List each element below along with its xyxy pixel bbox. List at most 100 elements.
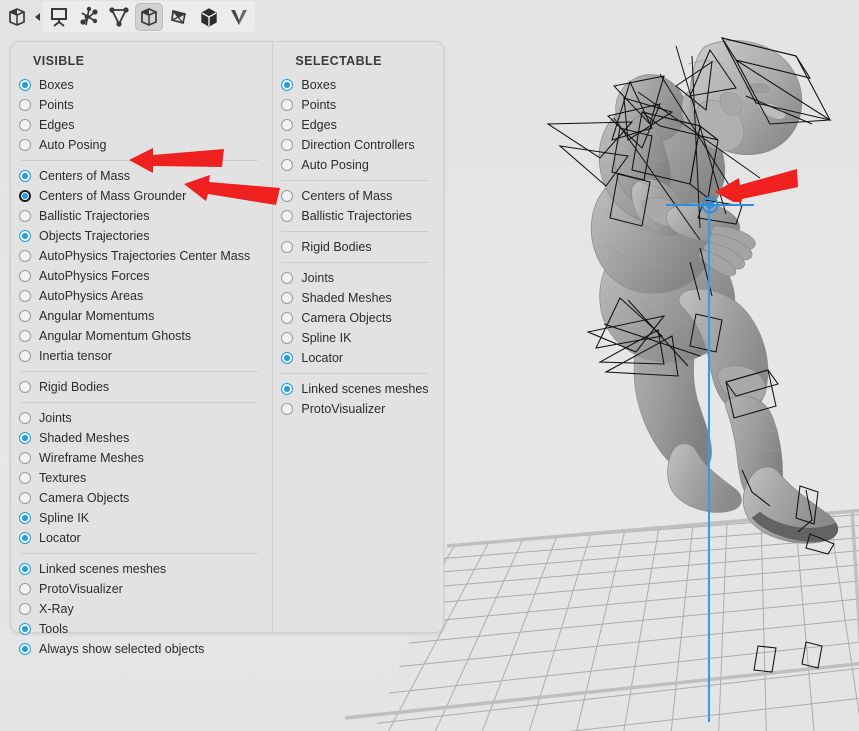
solid-cube-icon[interactable]	[195, 3, 223, 31]
radio-icon[interactable]	[281, 312, 294, 324]
selectable-option-camera-objects[interactable]: Camera Objects	[273, 308, 443, 328]
visible-option-autophysics-areas[interactable]: AutoPhysics Areas	[11, 286, 272, 306]
radio-icon[interactable]	[281, 119, 294, 131]
visible-option-spline-ik[interactable]: Spline IK	[11, 508, 272, 528]
easel-icon[interactable]	[45, 3, 73, 31]
visible-option-shaded-meshes[interactable]: Shaded Meshes	[11, 428, 272, 448]
box-display-icon[interactable]	[3, 3, 31, 31]
visible-option-locator[interactable]: Locator	[11, 528, 272, 548]
radio-icon[interactable]	[281, 332, 294, 344]
shaded-box-icon[interactable]	[135, 2, 163, 31]
option-label: Locator	[39, 531, 81, 545]
viewport-toolbar[interactable]	[0, 0, 255, 33]
option-label: Camera Objects	[39, 491, 130, 505]
selectable-option-boxes[interactable]: Boxes	[273, 75, 443, 95]
radio-icon[interactable]	[19, 412, 31, 424]
radio-icon[interactable]	[19, 583, 31, 595]
radio-icon[interactable]	[19, 452, 31, 464]
visible-option-inertia-tensor[interactable]: Inertia tensor	[11, 346, 272, 366]
visible-option-wireframe-meshes[interactable]: Wireframe Meshes	[11, 448, 272, 468]
radio-icon[interactable]	[19, 190, 31, 202]
radio-icon[interactable]	[281, 292, 294, 304]
radio-icon[interactable]	[281, 272, 294, 284]
radio-icon[interactable]	[281, 241, 294, 253]
selectable-option-ballistic-trajectories[interactable]: Ballistic Trajectories	[273, 206, 443, 226]
visible-option-angular-momentum-ghosts[interactable]: Angular Momentum Ghosts	[11, 326, 272, 346]
visible-option-textures[interactable]: Textures	[11, 468, 272, 488]
visible-option-tools[interactable]: Tools	[11, 619, 272, 639]
visible-option-rigid-bodies[interactable]: Rigid Bodies	[11, 377, 272, 397]
radio-icon[interactable]	[19, 603, 31, 615]
selectable-option-rigid-bodies[interactable]: Rigid Bodies	[273, 237, 443, 257]
selectable-option-joints[interactable]: Joints	[273, 268, 443, 288]
radio-icon[interactable]	[19, 512, 31, 524]
radio-icon[interactable]	[19, 119, 31, 131]
joints-graph-icon[interactable]	[75, 3, 103, 31]
radio-icon[interactable]	[19, 210, 31, 222]
selectable-option-linked-scenes-meshes[interactable]: Linked scenes meshes	[273, 379, 443, 399]
radio-icon[interactable]	[19, 310, 31, 322]
radio-icon[interactable]	[19, 623, 31, 635]
visible-option-edges[interactable]: Edges	[11, 115, 272, 135]
radio-icon[interactable]	[19, 472, 31, 484]
selectable-option-shaded-meshes[interactable]: Shaded Meshes	[273, 288, 443, 308]
radio-icon[interactable]	[19, 250, 31, 262]
triangle-edges-icon[interactable]	[105, 3, 133, 31]
visible-option-boxes[interactable]: Boxes	[11, 75, 272, 95]
option-label: Linked scenes meshes	[39, 562, 167, 576]
visible-option-centers-of-mass-grounder[interactable]: Centers of Mass Grounder	[11, 186, 272, 206]
radio-icon[interactable]	[19, 79, 31, 91]
radio-icon[interactable]	[19, 170, 31, 182]
selectable-option-edges[interactable]: Edges	[273, 115, 443, 135]
visible-option-points[interactable]: Points	[11, 95, 272, 115]
selectable-option-centers-of-mass[interactable]: Centers of Mass	[273, 186, 443, 206]
radio-icon[interactable]	[281, 159, 294, 171]
radio-icon[interactable]	[281, 190, 294, 202]
radio-icon[interactable]	[281, 139, 294, 151]
option-label: X-Ray	[39, 602, 74, 616]
radio-icon[interactable]	[19, 532, 31, 544]
visible-option-joints[interactable]: Joints	[11, 408, 272, 428]
radio-icon[interactable]	[19, 350, 31, 362]
radio-icon[interactable]	[19, 139, 31, 151]
selectable-option-auto-posing[interactable]: Auto Posing	[273, 155, 443, 175]
option-label: Auto Posing	[39, 138, 107, 152]
visible-option-angular-momentums[interactable]: Angular Momentums	[11, 306, 272, 326]
radio-icon[interactable]	[19, 432, 31, 444]
wireframe-mesh-icon[interactable]	[165, 3, 193, 31]
radio-icon[interactable]	[19, 290, 31, 302]
radio-icon[interactable]	[19, 563, 31, 575]
radio-icon[interactable]	[281, 383, 294, 395]
selectable-option-direction-controllers[interactable]: Direction Controllers	[273, 135, 443, 155]
radio-icon[interactable]	[19, 330, 31, 342]
toolbar-collapse-arrow-icon[interactable]	[32, 3, 43, 31]
visible-option-x-ray[interactable]: X-Ray	[11, 599, 272, 619]
radio-icon[interactable]	[19, 643, 31, 655]
visible-option-linked-scenes-meshes[interactable]: Linked scenes meshes	[11, 559, 272, 579]
visible-option-always-show-selected-objects[interactable]: Always show selected objects	[11, 639, 272, 659]
radio-icon[interactable]	[281, 403, 294, 415]
radio-icon[interactable]	[19, 230, 31, 242]
option-label: Centers of Mass Grounder	[39, 189, 187, 203]
v-marker-icon[interactable]	[225, 3, 253, 31]
selectable-option-points[interactable]: Points	[273, 95, 443, 115]
radio-icon[interactable]	[19, 381, 31, 393]
radio-icon[interactable]	[281, 352, 294, 364]
radio-icon[interactable]	[281, 79, 294, 91]
visible-option-camera-objects[interactable]: Camera Objects	[11, 488, 272, 508]
radio-icon[interactable]	[281, 210, 294, 222]
visible-option-autophysics-trajectories-center-mass[interactable]: AutoPhysics Trajectories Center Mass	[11, 246, 272, 266]
visible-option-protovisualizer[interactable]: ProtoVisualizer	[11, 579, 272, 599]
visible-option-ballistic-trajectories[interactable]: Ballistic Trajectories	[11, 206, 272, 226]
radio-icon[interactable]	[19, 99, 31, 111]
selectable-option-locator[interactable]: Locator	[273, 348, 443, 368]
selectable-option-spline-ik[interactable]: Spline IK	[273, 328, 443, 348]
radio-icon[interactable]	[19, 270, 31, 282]
visible-option-autophysics-forces[interactable]: AutoPhysics Forces	[11, 266, 272, 286]
radio-icon[interactable]	[19, 492, 31, 504]
selectable-option-protovisualizer[interactable]: ProtoVisualizer	[273, 399, 443, 419]
visible-option-objects-trajectories[interactable]: Objects Trajectories	[11, 226, 272, 246]
visible-option-auto-posing[interactable]: Auto Posing	[11, 135, 272, 155]
radio-icon[interactable]	[281, 99, 294, 111]
visible-option-centers-of-mass[interactable]: Centers of Mass	[11, 166, 272, 186]
